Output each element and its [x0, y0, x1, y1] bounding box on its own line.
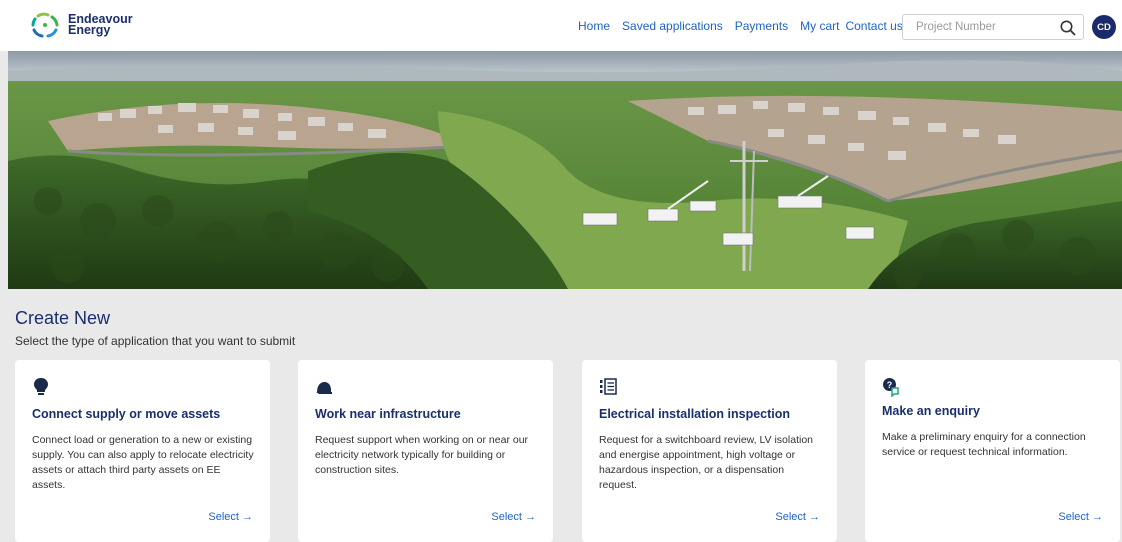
card-description: Connect load or generation to a new or e… — [32, 434, 254, 491]
select-link[interactable]: Select → — [775, 511, 820, 523]
select-label: Select — [208, 511, 239, 523]
arrow-right-icon: → — [242, 511, 253, 523]
nav-saved-applications[interactable]: Saved applications — [622, 19, 723, 33]
card-description: Request for a switchboard review, LV iso… — [599, 434, 813, 491]
nav-contact-us[interactable]: Contact us — [845, 19, 902, 33]
select-link[interactable]: Select → — [208, 511, 253, 523]
select-label: Select — [1058, 511, 1089, 523]
checklist-icon — [600, 378, 617, 395]
endeavour-energy-logo[interactable]: Endeavour Energy — [28, 12, 133, 38]
logo-ring-icon — [31, 12, 59, 38]
card-title: Work near infrastructure — [315, 407, 461, 421]
card-connect-supply[interactable]: Connect supply or move assets Connect lo… — [15, 360, 270, 542]
main-nav: Home Saved applications Payments My cart… — [578, 19, 903, 33]
card-description: Make a preliminary enquiry for a connect… — [882, 431, 1086, 458]
card-description: Request support when working on or near … — [315, 434, 529, 476]
hero-banner-image — [8, 51, 1122, 289]
logo-wordmark: Endeavour Energy — [68, 13, 133, 37]
card-work-near-infrastructure[interactable]: Work near infrastructure Request support… — [298, 360, 553, 542]
search-icon[interactable] — [1059, 19, 1077, 37]
section-subtitle: Select the type of application that you … — [15, 334, 296, 348]
arrow-right-icon: → — [809, 511, 820, 523]
brand-line2: Energy — [68, 23, 111, 37]
select-label: Select — [491, 511, 522, 523]
card-make-enquiry[interactable]: ? Make an enquiry Make a preliminary enq… — [865, 360, 1120, 542]
project-number-input[interactable] — [903, 21, 1053, 33]
select-link[interactable]: Select → — [491, 511, 536, 523]
nav-my-cart[interactable]: My cart — [800, 19, 839, 33]
top-header: Endeavour Energy Home Saved applications… — [0, 0, 1122, 51]
section-title: Create New — [15, 308, 111, 328]
card-title: Electrical installation inspection — [599, 407, 791, 421]
lightbulb-icon — [34, 378, 48, 395]
select-label: Select — [775, 511, 806, 523]
select-link[interactable]: Select → — [1058, 511, 1103, 523]
user-avatar[interactable]: CD — [1092, 15, 1116, 39]
card-title: Connect supply or move assets — [32, 407, 221, 421]
question-chat-icon: ? — [883, 378, 899, 397]
card-title: Make an enquiry — [882, 404, 980, 418]
arrow-right-icon: → — [1092, 511, 1103, 523]
arrow-right-icon: → — [525, 511, 536, 523]
hero-landscape-illustration — [8, 51, 1122, 289]
nav-payments[interactable]: Payments — [735, 19, 788, 33]
card-electrical-inspection[interactable]: Electrical installation inspection Reque… — [582, 360, 837, 542]
hard-hat-icon — [316, 382, 332, 394]
nav-home[interactable]: Home — [578, 19, 610, 33]
project-search — [902, 14, 1084, 40]
